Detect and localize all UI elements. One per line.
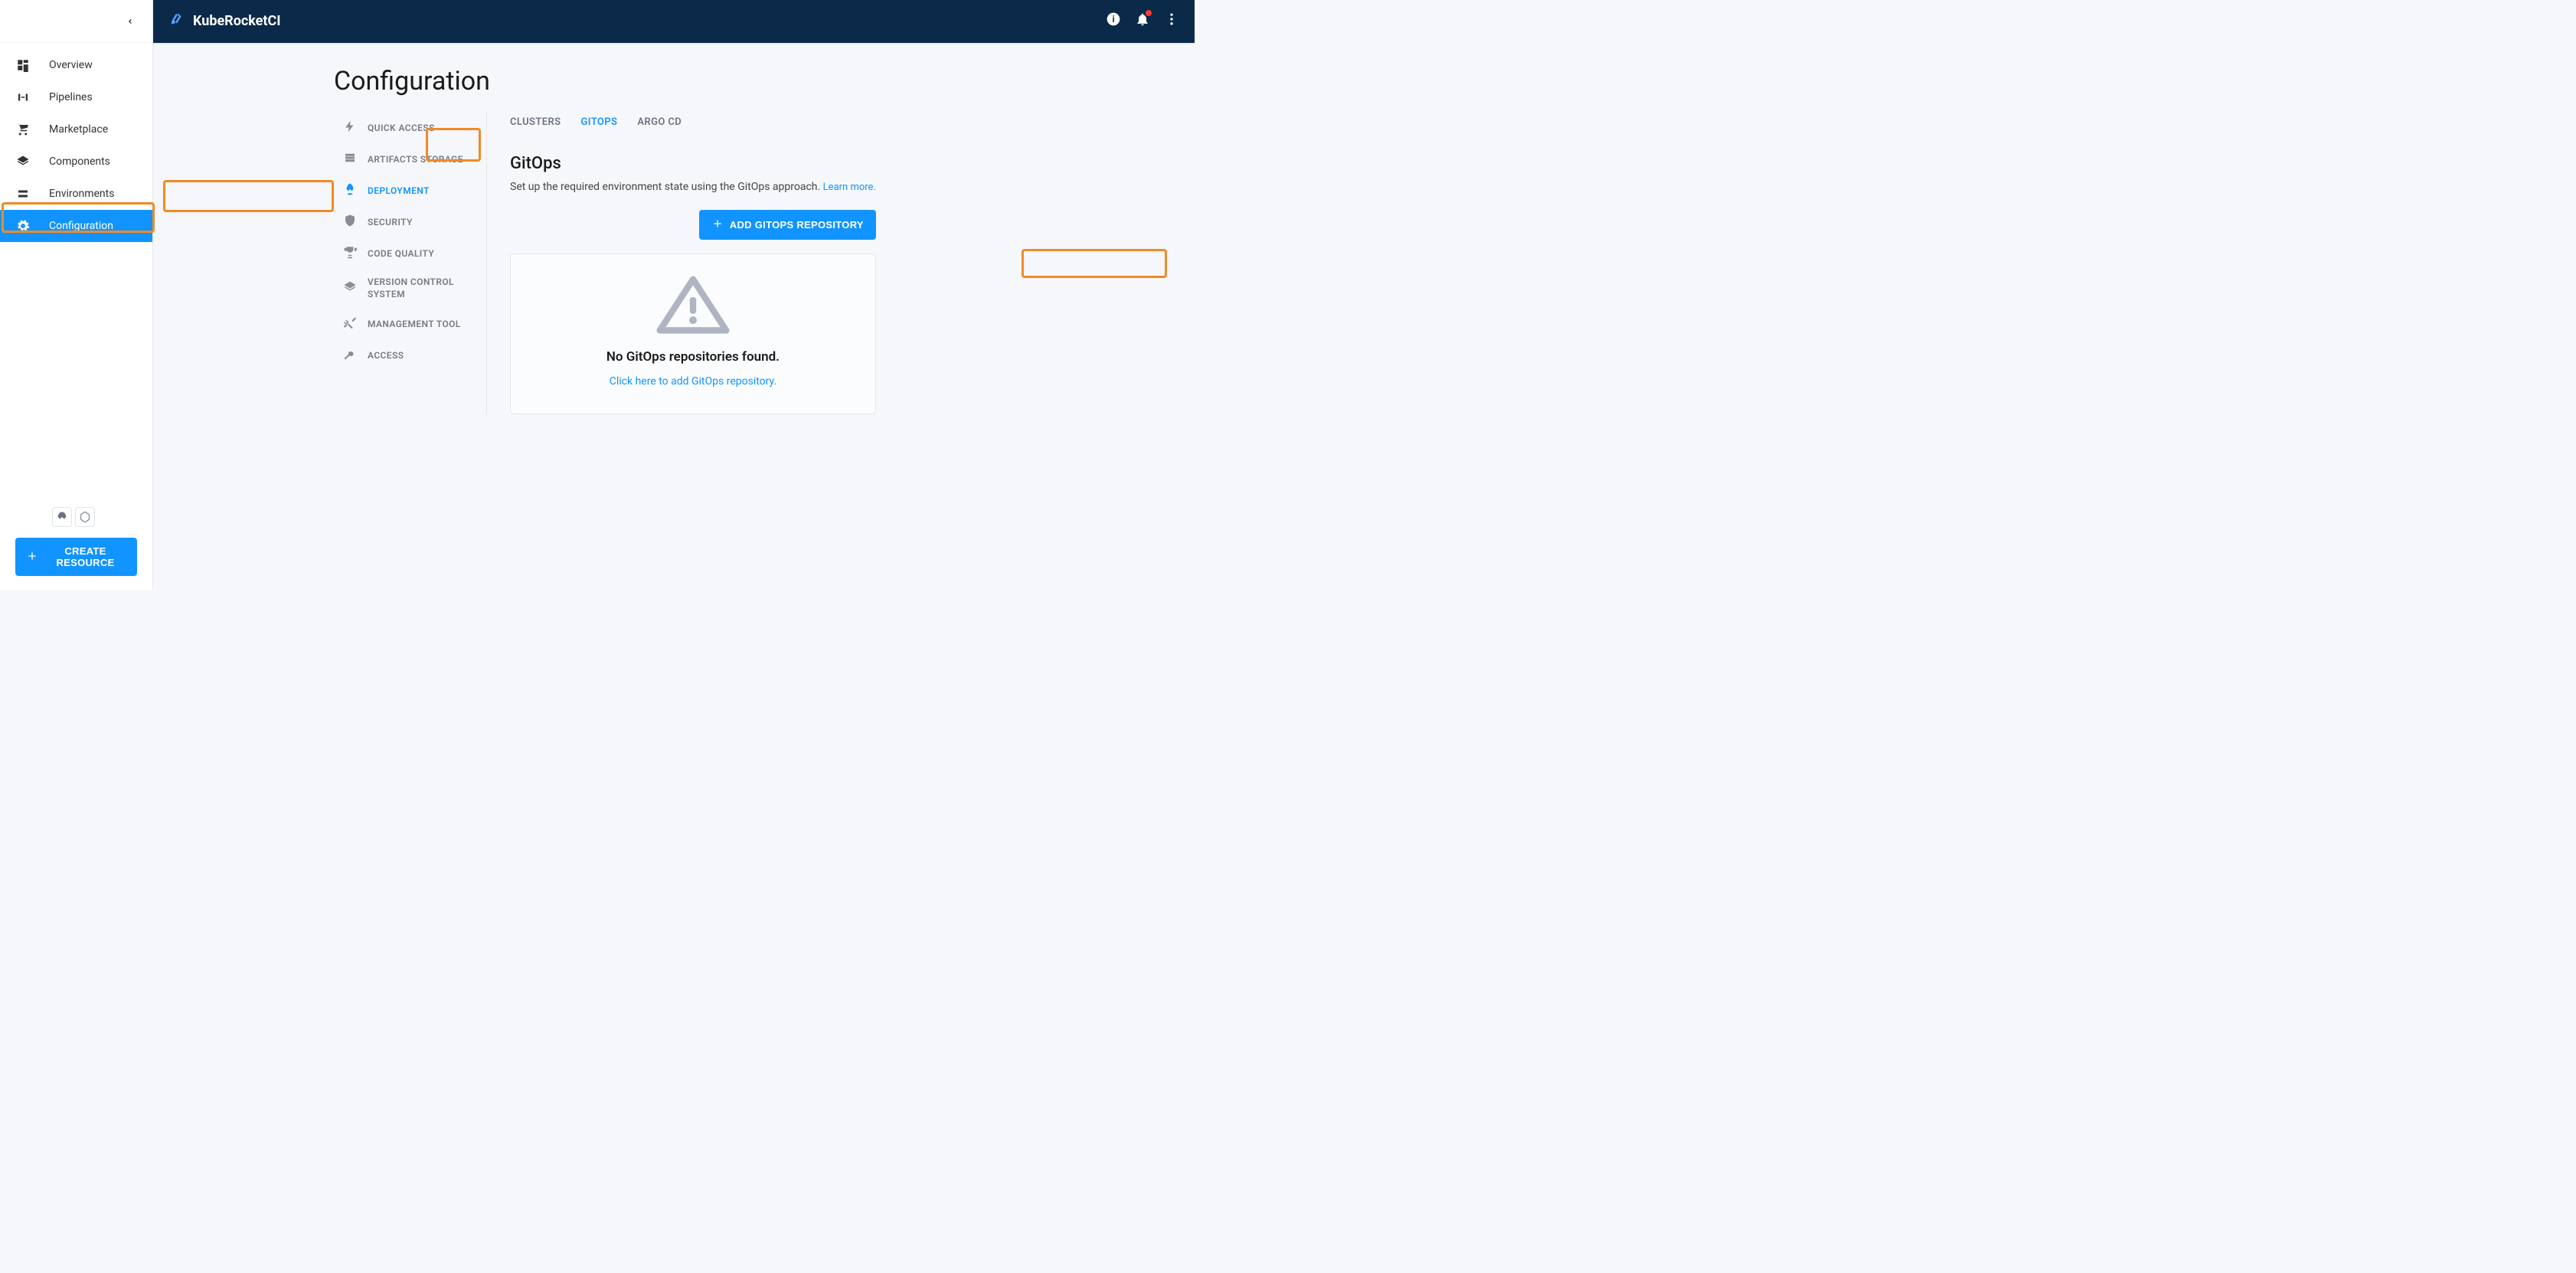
shield-icon bbox=[343, 214, 357, 230]
sidebar-item-environments[interactable]: Environments bbox=[0, 178, 152, 210]
cart-icon bbox=[15, 123, 31, 136]
subnav-label: ACCESS bbox=[368, 350, 404, 361]
layers-icon bbox=[15, 155, 31, 169]
dashboard-icon bbox=[15, 58, 31, 72]
empty-state-link[interactable]: Click here to add GitOps repository. bbox=[610, 375, 776, 388]
main-sidebar: Overview Pipelines Marketplace Component… bbox=[0, 0, 153, 590]
section-title: GitOps bbox=[510, 154, 876, 173]
brand-name: KubeRocketCI bbox=[193, 13, 281, 29]
app-header: KubeRocketCI i bbox=[153, 0, 1195, 43]
svg-text:i: i bbox=[1112, 14, 1114, 25]
tab-argocd[interactable]: ARGO CD bbox=[637, 112, 682, 133]
sidebar-nav: Overview Pipelines Marketplace Component… bbox=[0, 43, 152, 498]
plus-icon bbox=[711, 218, 724, 232]
create-resource-button[interactable]: CREATE RESOURCE bbox=[15, 538, 137, 576]
notifications-icon[interactable] bbox=[1135, 11, 1150, 30]
sidebar-footer: CREATE RESOURCE bbox=[0, 498, 152, 590]
sidebar-item-overview[interactable]: Overview bbox=[0, 49, 152, 81]
kebab-menu-icon[interactable] bbox=[1164, 11, 1179, 30]
subnav-label: ARTIFACTS STORAGE bbox=[368, 154, 463, 165]
section-description-text: Set up the required environment state us… bbox=[510, 181, 820, 193]
subnav-code-quality[interactable]: CODE QUALITY bbox=[334, 237, 486, 269]
subnav-label: VERSION CONTROL SYSTEM bbox=[368, 277, 477, 300]
trophy-icon bbox=[343, 245, 357, 261]
page-title: Configuration bbox=[334, 66, 876, 97]
plus-icon bbox=[26, 550, 38, 565]
brand[interactable]: KubeRocketCI bbox=[168, 11, 281, 31]
subnav-label: SECURITY bbox=[368, 217, 413, 227]
sidebar-item-label: Configuration bbox=[49, 220, 113, 232]
info-icon[interactable]: i bbox=[1106, 11, 1121, 30]
config-subnav: QUICK ACCESS ARTIFACTS STORAGE DEPLOYMEN… bbox=[334, 112, 487, 414]
sidebar-item-label: Overview bbox=[49, 59, 93, 71]
empty-state-title: No GitOps repositories found. bbox=[606, 349, 780, 365]
subnav-quick-access[interactable]: QUICK ACCESS bbox=[334, 112, 486, 143]
sidebar-item-pipelines[interactable]: Pipelines bbox=[0, 81, 152, 113]
key-icon bbox=[343, 347, 357, 363]
subnav-label: QUICK ACCESS bbox=[368, 123, 435, 133]
storage-icon bbox=[343, 151, 357, 167]
subnav-security[interactable]: SECURITY bbox=[334, 206, 486, 237]
tab-gitops[interactable]: GITOPS bbox=[580, 112, 617, 133]
bolt-icon bbox=[343, 119, 357, 136]
subnav-vcs[interactable]: VERSION CONTROL SYSTEM bbox=[334, 269, 486, 308]
footer-k8s-icon[interactable] bbox=[75, 507, 95, 527]
footer-rocket-icon[interactable] bbox=[52, 507, 72, 527]
sidebar-item-label: Environments bbox=[49, 188, 114, 200]
rocket-icon bbox=[343, 182, 357, 198]
subnav-management-tool[interactable]: MANAGEMENT TOOL bbox=[334, 308, 486, 339]
sidebar-item-label: Marketplace bbox=[49, 123, 108, 136]
warning-icon bbox=[655, 274, 731, 339]
layers-icon bbox=[343, 280, 357, 296]
config-content: CLUSTERS GITOPS ARGO CD GitOps Set up th… bbox=[510, 112, 876, 414]
sidebar-item-label: Components bbox=[49, 155, 110, 168]
sidebar-item-marketplace[interactable]: Marketplace bbox=[0, 113, 152, 146]
sidebar-collapse-button[interactable] bbox=[0, 0, 152, 43]
sidebar-item-label: Pipelines bbox=[49, 91, 93, 103]
create-resource-label: CREATE RESOURCE bbox=[44, 545, 126, 568]
section-description: Set up the required environment state us… bbox=[510, 181, 876, 193]
subnav-label: DEPLOYMENT bbox=[368, 185, 430, 196]
gear-icon bbox=[15, 219, 31, 233]
pipeline-icon bbox=[15, 90, 31, 104]
sidebar-item-components[interactable]: Components bbox=[0, 146, 152, 178]
add-gitops-label: ADD GITOPS REPOSITORY bbox=[730, 219, 864, 231]
main-content: Configuration QUICK ACCESS ARTIFACTS STO… bbox=[306, 0, 904, 590]
subnav-access[interactable]: ACCESS bbox=[334, 339, 486, 371]
notification-dot bbox=[1146, 10, 1152, 16]
subnav-artifacts-storage[interactable]: ARTIFACTS STORAGE bbox=[334, 143, 486, 175]
subnav-label: CODE QUALITY bbox=[368, 248, 434, 259]
chevron-left-icon bbox=[126, 14, 134, 28]
subnav-label: MANAGEMENT TOOL bbox=[368, 319, 461, 329]
stack-icon bbox=[15, 187, 31, 201]
tools-icon bbox=[343, 316, 357, 332]
brand-rocket-icon bbox=[168, 11, 185, 31]
subnav-deployment[interactable]: DEPLOYMENT bbox=[334, 175, 486, 206]
empty-state-card: No GitOps repositories found. Click here… bbox=[510, 254, 876, 414]
deployment-tabs: CLUSTERS GITOPS ARGO CD bbox=[510, 112, 876, 133]
add-gitops-repository-button[interactable]: ADD GITOPS REPOSITORY bbox=[699, 210, 876, 240]
learn-more-link[interactable]: Learn more. bbox=[823, 182, 876, 193]
tab-clusters[interactable]: CLUSTERS bbox=[510, 112, 561, 133]
sidebar-item-configuration[interactable]: Configuration bbox=[0, 210, 152, 242]
